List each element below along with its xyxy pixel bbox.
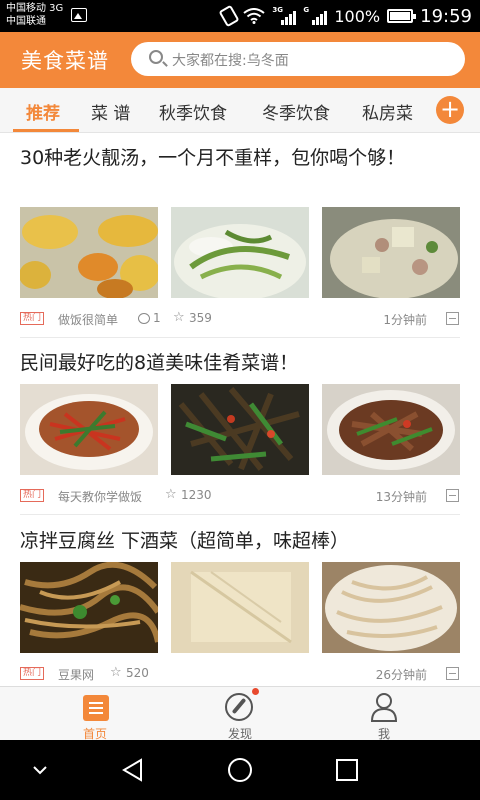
article-title[interactable]: 民间最好吃的8道美味佳肴菜谱！	[20, 349, 460, 377]
clock: 19:59	[420, 5, 472, 27]
tab-autumn-food[interactable]: 秋季饮食	[159, 99, 227, 124]
category-tabs: 推荐 菜 谱 秋季饮食 冬季饮食 私房菜 +	[0, 88, 480, 133]
article-meta: 热门 豆果网 ☆ 520 26分钟前	[0, 665, 480, 684]
article-feed[interactable]: 30种老火靓汤，一个月不重样，包你喝个够！ 热门 做饭很简单 1 ☆ 359 1…	[0, 134, 480, 684]
article-image[interactable]	[20, 207, 158, 298]
bottom-navigation: 首页 发现 我	[0, 686, 480, 741]
article-image[interactable]	[322, 207, 460, 298]
down-chevron-icon[interactable]	[31, 764, 49, 776]
hot-badge: 热门	[20, 312, 45, 325]
battery-percent: 100%	[334, 6, 381, 26]
network-type-2: G	[303, 6, 310, 14]
comment-count: 1	[153, 311, 161, 325]
article-image[interactable]	[20, 384, 158, 475]
publish-time: 26分钟前	[375, 668, 427, 682]
star-icon: ☆	[165, 487, 177, 502]
nav-home[interactable]: 首页	[15, 687, 175, 741]
publish-time: 13分钟前	[375, 490, 427, 504]
divider	[20, 337, 460, 338]
comment-icon	[138, 313, 150, 324]
tab-winter-food[interactable]: 冬季饮食	[262, 99, 330, 124]
search-placeholder: 大家都在搜:乌冬面	[172, 53, 289, 69]
notification-dot	[252, 688, 259, 695]
tab-recommend[interactable]: 推荐	[26, 99, 60, 124]
compass-icon	[225, 693, 253, 721]
article-author[interactable]: 每天教你学做饭	[58, 488, 142, 505]
system-navigation-bar	[0, 740, 480, 800]
search-input[interactable]: 大家都在搜:乌冬面	[131, 42, 465, 76]
dismiss-button[interactable]	[446, 312, 459, 325]
hot-badge: 热门	[20, 667, 45, 680]
gallery-icon	[71, 8, 87, 22]
home-circle-icon[interactable]	[227, 757, 253, 783]
article-meta: 热门 每天教你学做饭 ☆ 1230 13分钟前	[0, 487, 480, 507]
article-title[interactable]: 凉拌豆腐丝 下酒菜（超简单，味超棒）	[20, 527, 460, 555]
star-icon: ☆	[110, 665, 122, 680]
article-image[interactable]	[171, 207, 309, 298]
article-image[interactable]	[171, 384, 309, 475]
status-bar: 中国移动 3G 中国联通 3G G 100% 19:59	[0, 0, 480, 32]
favorite-count: 359	[189, 311, 212, 325]
person-icon	[370, 693, 398, 722]
app-title: 美食菜谱	[21, 49, 109, 73]
publish-time: 1分钟前	[383, 313, 427, 327]
nav-discover[interactable]: 发现	[160, 687, 320, 741]
dismiss-button[interactable]	[446, 667, 459, 680]
active-tab-indicator	[13, 129, 79, 132]
wifi-icon	[243, 8, 265, 24]
article-title[interactable]: 30种老火靓汤，一个月不重样，包你喝个够！	[20, 144, 460, 172]
back-icon[interactable]	[120, 757, 146, 783]
hot-badge: 热门	[20, 489, 45, 502]
divider	[20, 514, 460, 515]
carrier-1: 中国移动 3G	[6, 3, 64, 14]
home-icon	[83, 695, 109, 721]
tab-private-dishes[interactable]: 私房菜	[362, 99, 413, 124]
article-image[interactable]	[20, 562, 158, 653]
article-image[interactable]	[171, 562, 309, 653]
add-tab-button[interactable]: +	[436, 96, 464, 124]
search-icon	[149, 50, 163, 64]
tab-recipes[interactable]: 菜 谱	[91, 99, 130, 124]
article-meta: 热门 做饭很简单 1 ☆ 359 1分钟前	[0, 310, 480, 330]
star-icon: ☆	[173, 310, 185, 325]
carrier-2: 中国联通	[6, 16, 46, 27]
signal-icon-2: G	[303, 6, 328, 25]
article-author[interactable]: 豆果网	[58, 666, 94, 683]
recents-icon[interactable]	[334, 757, 360, 783]
signal-icon-1: 3G	[272, 6, 297, 25]
dismiss-button[interactable]	[446, 489, 459, 502]
carrier-info: 中国移动 3G 中国联通	[6, 2, 63, 28]
vibrate-icon	[218, 4, 240, 28]
article-image[interactable]	[322, 384, 460, 475]
nav-me[interactable]: 我	[304, 687, 464, 741]
article-image[interactable]	[322, 562, 460, 653]
favorite-count: 1230	[181, 488, 212, 502]
favorite-count: 520	[126, 666, 149, 680]
article-author[interactable]: 做饭很简单	[58, 311, 118, 328]
battery-icon	[387, 9, 417, 23]
app-header: 美食菜谱 大家都在搜:乌冬面	[0, 32, 480, 88]
